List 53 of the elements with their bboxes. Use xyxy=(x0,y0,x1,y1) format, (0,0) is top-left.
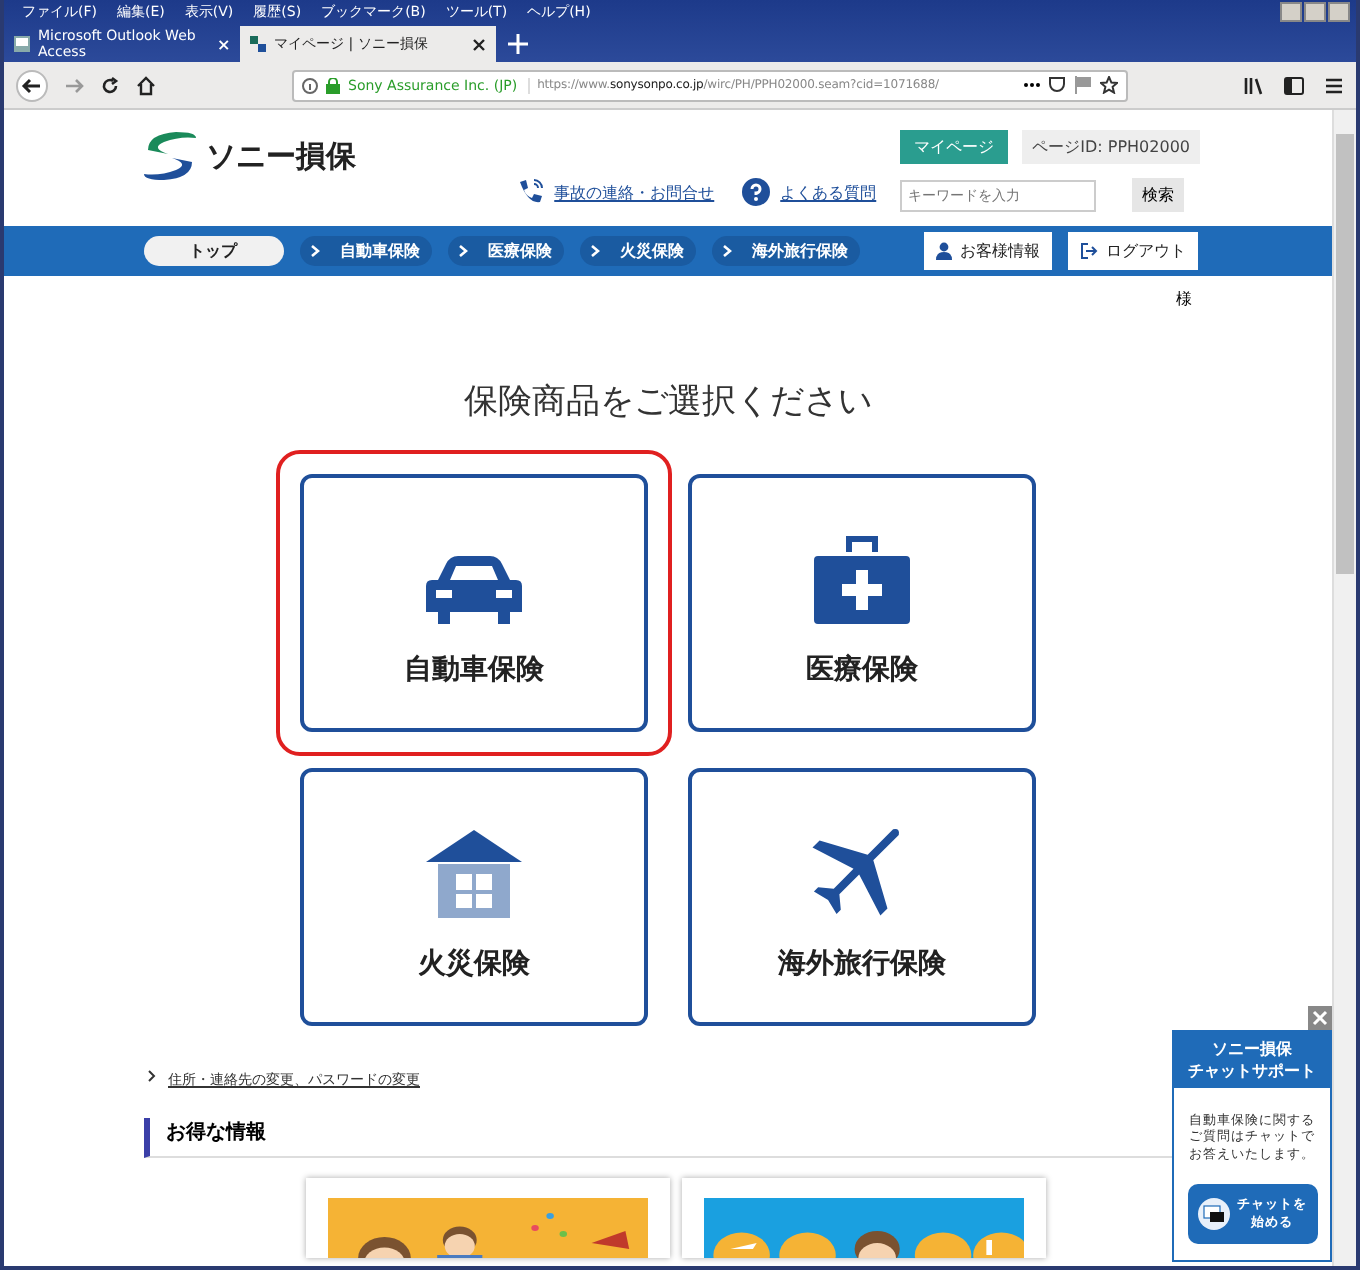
nav-item[interactable]: 自動車保険 xyxy=(300,236,432,266)
back-icon[interactable] xyxy=(16,69,48,101)
info-icon xyxy=(302,77,318,93)
product-card[interactable]: 海外旅行保険 xyxy=(688,768,1036,1026)
product-card[interactable]: 医療保険 xyxy=(688,474,1036,732)
scrollbar[interactable] xyxy=(1332,110,1356,1266)
menu-icon[interactable] xyxy=(1324,75,1344,95)
chevron-icon xyxy=(458,244,468,258)
car-icon xyxy=(426,555,522,623)
lock-icon xyxy=(326,77,340,93)
nav-item[interactable]: 海外旅行保険 xyxy=(712,236,860,266)
person-icon xyxy=(936,242,952,260)
chat-title: ソニー損保 xyxy=(1210,1037,1294,1060)
sidebar-icon[interactable] xyxy=(1284,75,1304,95)
close-button[interactable] xyxy=(1308,1005,1332,1030)
product-card[interactable]: 火災保険 xyxy=(300,768,648,1026)
house-icon xyxy=(426,829,522,917)
library-icon[interactable] xyxy=(1244,75,1264,95)
star-icon[interactable] xyxy=(1100,76,1118,94)
flag-icon[interactable] xyxy=(1074,76,1092,94)
account-button[interactable]: ログアウト xyxy=(1068,232,1198,270)
page-id: ページID: PPH02000 xyxy=(1022,130,1200,164)
logo[interactable]: ソニー損保 xyxy=(140,130,356,182)
nav-item[interactable]: 医療保険 xyxy=(448,236,564,266)
account-button[interactable]: お客様情報 xyxy=(924,232,1052,270)
close-icon xyxy=(1312,1009,1328,1026)
customer-name: 様 xyxy=(1176,288,1192,310)
new-tab-icon[interactable] xyxy=(508,34,528,54)
phone-icon xyxy=(516,178,545,206)
help-icon xyxy=(742,178,771,206)
medical-kit-icon xyxy=(814,535,910,623)
search-button[interactable]: 検索 xyxy=(1132,178,1185,212)
page-icon xyxy=(250,36,266,52)
chevron-icon xyxy=(310,244,320,258)
product-card[interactable]: 自動車保険 xyxy=(300,474,648,732)
page-heading: 保険商品をご選択ください xyxy=(462,380,874,424)
help-link[interactable]: よくある質問 xyxy=(780,181,877,203)
logout-icon xyxy=(1080,242,1098,260)
nav-item[interactable]: トップ xyxy=(144,236,284,266)
chevron-icon xyxy=(590,244,600,258)
chevron-icon xyxy=(722,244,732,258)
chat-icon xyxy=(1197,1198,1229,1230)
nav-item[interactable]: 火災保険 xyxy=(580,236,696,266)
chat-title: チャットサポート xyxy=(1186,1059,1318,1082)
chevron-icon xyxy=(148,1070,156,1082)
pocket-icon[interactable] xyxy=(1048,76,1066,94)
help-link[interactable]: 事故の連絡・お問合せ xyxy=(554,181,715,203)
page-icon xyxy=(14,36,30,52)
close-icon[interactable] xyxy=(472,37,486,51)
reload-icon[interactable] xyxy=(100,75,120,95)
logo-icon xyxy=(140,130,200,182)
home-icon[interactable] xyxy=(136,75,156,95)
more-icon[interactable] xyxy=(1024,82,1040,88)
